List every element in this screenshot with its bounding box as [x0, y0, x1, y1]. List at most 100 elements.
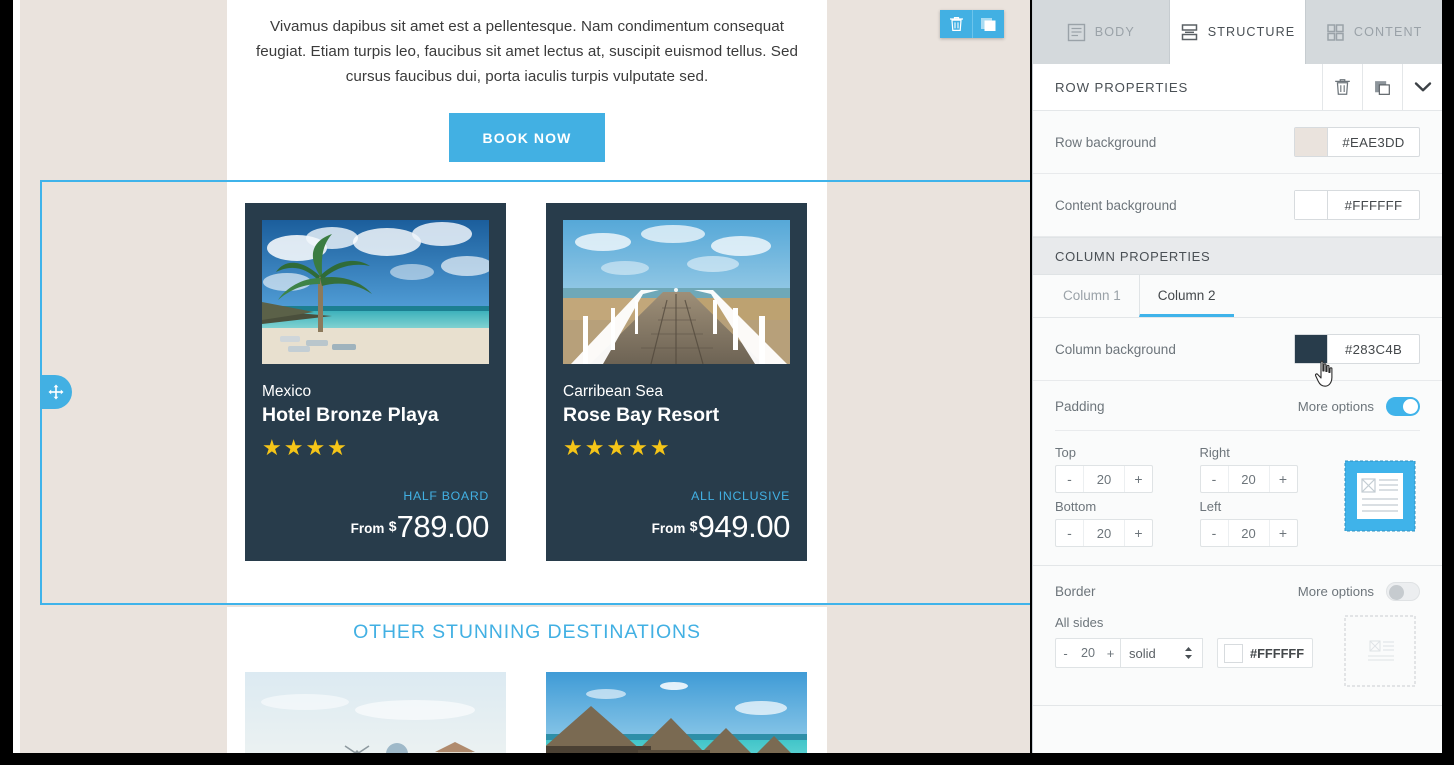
padding-bottom-label: Bottom [1055, 499, 1097, 514]
delete-row-button[interactable] [940, 10, 972, 38]
border-color-input[interactable]: #FFFFFF [1217, 638, 1313, 668]
padding-bottom-decrement[interactable]: - [1056, 520, 1084, 546]
border-more-options-toggle[interactable] [1386, 582, 1420, 601]
row-background-swatch[interactable] [1295, 128, 1328, 156]
card-country: Carribean Sea [563, 383, 663, 400]
border-color-swatch[interactable] [1224, 643, 1243, 663]
email-canvas-frame: Vivamus dapibus sit amet est a pellentes… [13, 0, 1030, 753]
email-row-selected[interactable]: Mexico Hotel Bronze Playa ★★★★ HALF BOAR… [40, 180, 1030, 605]
chevron-down-icon [1414, 82, 1431, 92]
column-properties-header: COLUMN PROPERTIES [1033, 237, 1442, 275]
wooden-pier-photo [563, 220, 790, 364]
padding-right-cell: Right - 20 + [1199, 445, 1333, 493]
padding-divider [1055, 430, 1420, 431]
row-properties-title: ROW PROPERTIES [1055, 79, 1189, 95]
border-width-increment[interactable]: + [1101, 639, 1120, 667]
padding-top-increment[interactable]: + [1124, 466, 1152, 492]
column-background-color-input[interactable]: #283C4B [1294, 334, 1420, 364]
border-width-value[interactable]: 20 [1075, 639, 1101, 667]
overwater-bungalows-photo [546, 672, 807, 753]
card-price-from-label: From [350, 521, 385, 536]
padding-right-increment[interactable]: + [1268, 466, 1297, 492]
padding-bottom-value[interactable]: 20 [1084, 520, 1124, 546]
card-price: From $949.00 [563, 509, 791, 545]
email-row-other-destinations[interactable]: OTHER STUNNING DESTINATIONS [227, 607, 827, 753]
trash-icon [949, 17, 963, 31]
card-country: Mexico [262, 383, 312, 400]
hotel-card[interactable]: Carribean Sea Rose Bay Resort ★★★★★ ALL … [546, 203, 807, 561]
border-all-sides-label: All sides [1055, 615, 1104, 630]
column-background-hex: #283C4B [1344, 341, 1403, 357]
content-background-label: Content background [1055, 197, 1177, 213]
padding-preview-icon [1344, 460, 1416, 532]
tab-content[interactable]: CONTENT [1306, 0, 1442, 64]
card-star-rating: ★★★★★ [563, 435, 672, 460]
padding-preview [1344, 445, 1420, 547]
card-title: Hotel Bronze Playa [262, 404, 439, 426]
border-width-stepper[interactable]: - 20 + [1055, 638, 1121, 668]
tab-structure[interactable]: STRUCTURE [1169, 0, 1307, 64]
border-label: Border [1055, 584, 1096, 599]
padding-more-options-toggle[interactable] [1386, 397, 1420, 416]
content-background-color-input[interactable]: #FFFFFF [1294, 190, 1420, 220]
row-background-field[interactable]: Row background #EAE3DD [1033, 111, 1442, 174]
hotel-card[interactable]: Mexico Hotel Bronze Playa ★★★★ HALF BOAR… [245, 203, 506, 561]
card-price-currency: $ [689, 518, 698, 534]
tab-column-1[interactable]: Column 1 [1045, 275, 1139, 317]
tab-content-label: CONTENT [1353, 25, 1423, 39]
padding-top-value[interactable]: 20 [1084, 466, 1124, 492]
row-floating-toolbar[interactable] [940, 10, 1004, 38]
padding-left-decrement[interactable]: - [1201, 520, 1229, 546]
padding-label: Padding [1055, 399, 1105, 414]
beach-palm-tree-photo [262, 220, 489, 364]
move-arrows-icon [48, 384, 64, 400]
padding-left-increment[interactable]: + [1268, 520, 1297, 546]
panel-scroll-area: ROW PROPERTIES Row background #EAE3DD Co… [1033, 64, 1442, 753]
card-board-type: HALF BOARD [403, 489, 489, 503]
border-style-select[interactable]: solid [1121, 638, 1203, 668]
border-width-decrement[interactable]: - [1056, 639, 1075, 667]
content-background-field[interactable]: Content background #FFFFFF [1033, 174, 1442, 237]
email-paragraph: Vivamus dapibus sit amet est a pellentes… [256, 18, 798, 85]
tab-body-label: BODY [1094, 25, 1135, 39]
padding-bottom-stepper[interactable]: - 20 + [1055, 519, 1153, 547]
column-properties-title: COLUMN PROPERTIES [1055, 248, 1211, 264]
padding-top-cell: Top - 20 + [1055, 445, 1188, 493]
row-background-color-input[interactable]: #EAE3DD [1294, 127, 1420, 157]
content-background-hex: #FFFFFF [1344, 197, 1403, 213]
padding-right-value[interactable]: 20 [1229, 466, 1269, 492]
email-canvas: Vivamus dapibus sit amet est a pellentes… [20, 0, 1030, 753]
tab-column-2[interactable]: Column 2 [1138, 275, 1234, 317]
collapse-row-properties-button[interactable] [1402, 64, 1442, 110]
card-price-currency: $ [388, 518, 397, 534]
padding-top-stepper[interactable]: - 20 + [1055, 465, 1153, 493]
column-background-field[interactable]: Column background #283C4B [1033, 318, 1442, 381]
sort-updown-icon [1185, 647, 1192, 659]
column-background-label: Column background [1055, 341, 1176, 357]
tab-body[interactable]: BODY [1033, 0, 1170, 64]
content-background-swatch[interactable] [1295, 191, 1328, 219]
email-row-text[interactable]: Vivamus dapibus sit amet est a pellentes… [227, 0, 827, 180]
padding-bottom-cell: Bottom - 20 + [1055, 499, 1188, 547]
padding-right-decrement[interactable]: - [1201, 466, 1229, 492]
duplicate-row-button[interactable] [972, 10, 1004, 38]
trash-icon [1335, 79, 1350, 95]
copy-icon [981, 18, 996, 31]
border-preview [1344, 615, 1420, 687]
padding-left-stepper[interactable]: - 20 + [1199, 519, 1298, 547]
other-destinations-heading: OTHER STUNNING DESTINATIONS [353, 621, 701, 643]
padding-top-decrement[interactable]: - [1056, 466, 1084, 492]
greek-village-windmill-photo [245, 672, 506, 753]
tab-structure-label: STRUCTURE [1207, 25, 1296, 39]
card-price-from-label: From [651, 521, 686, 536]
column-background-swatch[interactable] [1295, 335, 1328, 363]
padding-bottom-increment[interactable]: + [1124, 520, 1152, 546]
padding-right-stepper[interactable]: - 20 + [1199, 465, 1298, 493]
padding-more-options-label: More options [1297, 399, 1374, 414]
book-now-button[interactable]: BOOK NOW [448, 113, 606, 162]
duplicate-row-properties-button[interactable] [1362, 64, 1402, 110]
padding-top-label: Top [1055, 445, 1076, 460]
delete-row-properties-button[interactable] [1322, 64, 1362, 110]
card-price-amount: 789.00 [396, 509, 490, 544]
padding-left-value[interactable]: 20 [1229, 520, 1269, 546]
